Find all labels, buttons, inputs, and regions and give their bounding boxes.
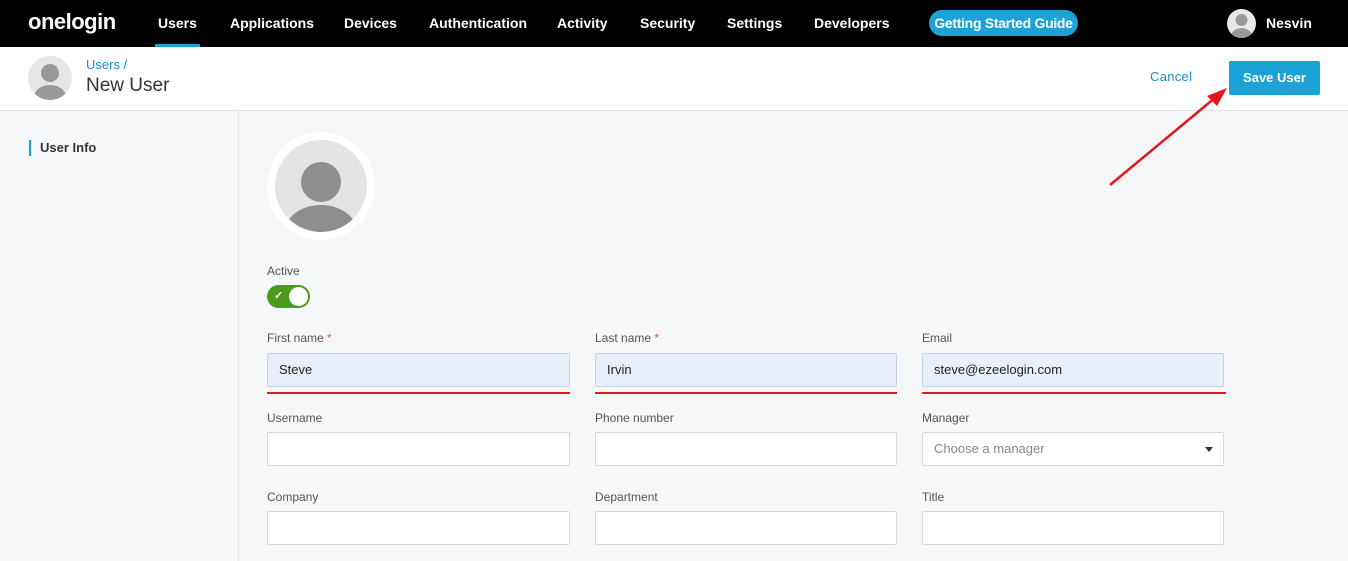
phone-number-label: Phone number (595, 411, 674, 425)
onelogin-logo[interactable]: onelogin (28, 9, 116, 35)
user-form: Active ✓ First name * Steve Last name * … (240, 111, 1348, 561)
first-name-field[interactable]: Steve (267, 353, 570, 387)
annotation-underline (922, 392, 1226, 394)
last-name-label: Last name * (595, 331, 660, 345)
last-name-field[interactable]: Irvin (595, 353, 897, 387)
required-marker: * (327, 331, 332, 345)
department-field[interactable] (595, 511, 897, 545)
required-marker: * (654, 331, 660, 345)
manager-select[interactable]: Choose a manager (922, 432, 1224, 466)
breadcrumb-users-link[interactable]: Users / (86, 57, 127, 72)
nav-item-activity[interactable]: Activity (557, 15, 608, 47)
company-field[interactable] (267, 511, 570, 545)
manager-label: Manager (922, 411, 970, 425)
nav-item-devices[interactable]: Devices (344, 15, 397, 47)
chevron-down-icon (1205, 447, 1213, 452)
first-name-label: First name * (267, 331, 332, 345)
getting-started-guide-button[interactable]: Getting Started Guide (929, 10, 1078, 36)
nav-item-applications[interactable]: Applications (230, 15, 314, 47)
sidebar-item-user-info[interactable]: User Info (29, 140, 96, 156)
title-label: Title (922, 490, 945, 504)
nav-item-authentication[interactable]: Authentication (429, 15, 527, 47)
username-label: Username (267, 411, 323, 425)
top-nav: onelogin Users Applications Devices Auth… (0, 0, 1348, 47)
toggle-knob (289, 287, 308, 306)
user-avatar-icon (28, 56, 72, 100)
nav-item-settings[interactable]: Settings (727, 15, 782, 47)
nav-item-users[interactable]: Users (155, 15, 200, 47)
sidebar: User Info (0, 111, 239, 561)
annotation-underline (595, 392, 897, 394)
checkmark-icon: ✓ (274, 290, 284, 302)
company-label: Company (267, 490, 319, 504)
page-title: New User (86, 75, 170, 96)
profile-placeholder-icon (275, 140, 367, 232)
user-avatar-icon[interactable] (1227, 9, 1256, 38)
title-field[interactable] (922, 511, 1224, 545)
cancel-button[interactable]: Cancel (1150, 69, 1192, 84)
department-label: Department (595, 490, 658, 504)
email-label: Email (922, 331, 953, 345)
email-field[interactable]: steve@ezeelogin.com (922, 353, 1224, 387)
save-user-button[interactable]: Save User (1229, 61, 1320, 95)
active-label: Active (267, 264, 300, 278)
nav-item-developers[interactable]: Developers (814, 15, 889, 47)
annotation-underline (267, 392, 570, 394)
nav-item-security[interactable]: Security (640, 15, 695, 47)
page-header: Users / New User Cancel Save User (0, 47, 1348, 111)
active-toggle[interactable]: ✓ (267, 285, 310, 308)
phone-number-field[interactable] (595, 432, 897, 466)
username-field[interactable] (267, 432, 570, 466)
manager-placeholder: Choose a manager (934, 441, 1045, 456)
profile-photo[interactable] (267, 132, 375, 240)
user-menu-name[interactable]: Nesvin (1266, 15, 1312, 31)
